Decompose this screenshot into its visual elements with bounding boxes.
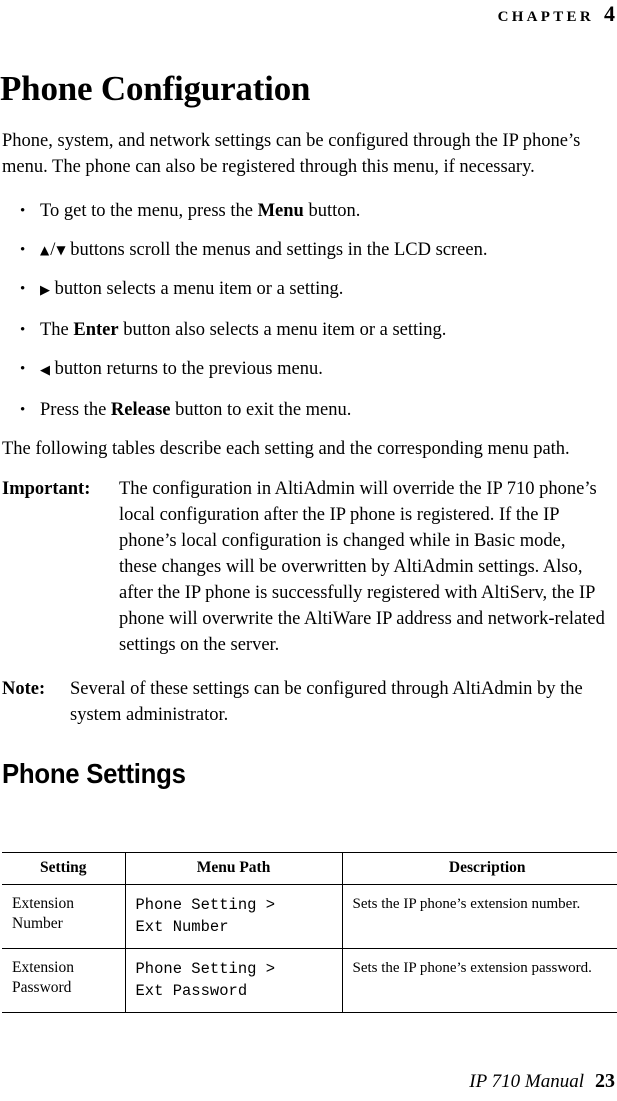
bullet-icon: • bbox=[20, 361, 26, 377]
bullet-icon: • bbox=[20, 322, 26, 338]
list-item: • ▲/▼ buttons scroll the menus and settin… bbox=[2, 237, 608, 263]
list-item-text-post: button returns to the previous menu. bbox=[50, 359, 323, 379]
chapter-label: CHAPTER bbox=[497, 9, 594, 25]
bullet-icon: • bbox=[20, 281, 26, 297]
chapter-number: 4 bbox=[604, 1, 615, 26]
list-item: • Press the Release button to exit the me… bbox=[2, 397, 608, 423]
list-item-text-post: button selects a menu item or a setting. bbox=[50, 279, 344, 299]
cell-menu-path: Phone Setting > Ext Password bbox=[125, 948, 343, 1013]
bullet-icon: • bbox=[20, 242, 26, 258]
arrow-left-icon: ◀ bbox=[40, 363, 50, 378]
settings-table: Setting Menu Path Description Extension … bbox=[2, 852, 617, 1013]
list-item-keyword: Enter bbox=[73, 320, 119, 340]
intro-paragraph: Phone, system, and network settings can … bbox=[2, 131, 581, 177]
important-text: The configuration in AltiAdmin will over… bbox=[119, 479, 605, 655]
column-header-description: Description bbox=[342, 852, 617, 885]
footer-page-number: 23 bbox=[595, 1070, 615, 1092]
table-row: Extension Number Phone Setting > Ext Num… bbox=[2, 884, 617, 949]
bullet-icon: • bbox=[20, 402, 26, 418]
table-header-row: Setting Menu Path Description bbox=[2, 852, 617, 885]
list-item-keyword: Menu bbox=[257, 201, 304, 221]
important-label: Important: bbox=[2, 479, 91, 499]
general-note: Note: Several of these settings can be co… bbox=[2, 676, 608, 728]
document-page: CHAPTER 4 Phone Configuration Phone, syst… bbox=[0, 0, 617, 1101]
column-header-menu-path: Menu Path bbox=[125, 852, 343, 885]
section-heading: Phone Settings bbox=[2, 758, 186, 789]
arrow-up-icon: ▲ bbox=[40, 243, 50, 257]
chapter-eyebrow: CHAPTER 4 bbox=[497, 1, 615, 26]
table-row: Extension Password Phone Setting > Ext P… bbox=[2, 948, 617, 1013]
column-header-setting: Setting bbox=[2, 852, 126, 885]
list-item-text-post: buttons scroll the menus and settings in… bbox=[65, 240, 488, 260]
tables-intro-paragraph: The following tables describe each setti… bbox=[2, 439, 570, 459]
arrow-down-icon: ▼ bbox=[56, 243, 66, 257]
cell-description: Sets the IP phone’s extension number. bbox=[342, 884, 617, 949]
note-text: Several of these settings can be configu… bbox=[70, 679, 583, 725]
footer-manual-title: IP 710 Manual bbox=[469, 1071, 584, 1092]
page-footer: IP 710 Manual 23 bbox=[469, 1070, 615, 1093]
arrow-right-icon: ▶ bbox=[40, 283, 50, 298]
page-content: Phone, system, and network settings can … bbox=[2, 128, 608, 790]
list-item: • ▶ button selects a menu item or a setti… bbox=[2, 276, 608, 304]
instruction-list: • To get to the menu, press the Menu butt… bbox=[2, 198, 608, 423]
cell-description: Sets the IP phone’s extension password. bbox=[342, 948, 617, 1013]
cell-menu-path: Phone Setting > Ext Number bbox=[125, 884, 343, 949]
settings-table-container: Setting Menu Path Description Extension … bbox=[2, 852, 617, 1013]
list-item-text-pre: To get to the menu, press the bbox=[40, 201, 258, 221]
page-title: Phone Configuration bbox=[0, 69, 311, 109]
list-item-text-post: button to exit the menu. bbox=[170, 400, 352, 420]
list-item: • To get to the menu, press the Menu butt… bbox=[2, 198, 608, 224]
cell-setting: Extension Password bbox=[2, 948, 126, 1013]
cell-setting: Extension Number bbox=[2, 884, 126, 949]
note-label: Note: bbox=[2, 679, 46, 699]
list-item: • ◀ button returns to the previous menu. bbox=[2, 356, 608, 384]
list-item-text-pre: Press the bbox=[40, 400, 111, 420]
list-item: • The Enter button also selects a menu it… bbox=[2, 317, 608, 343]
list-item-keyword: Release bbox=[110, 400, 171, 420]
list-item-text-pre: The bbox=[40, 320, 74, 340]
list-item-text-post: button also selects a menu item or a set… bbox=[118, 320, 447, 340]
important-note: Important: The configuration in AltiAdmin… bbox=[2, 476, 608, 658]
bullet-icon: • bbox=[20, 203, 26, 219]
list-item-text-post: button. bbox=[303, 201, 361, 221]
